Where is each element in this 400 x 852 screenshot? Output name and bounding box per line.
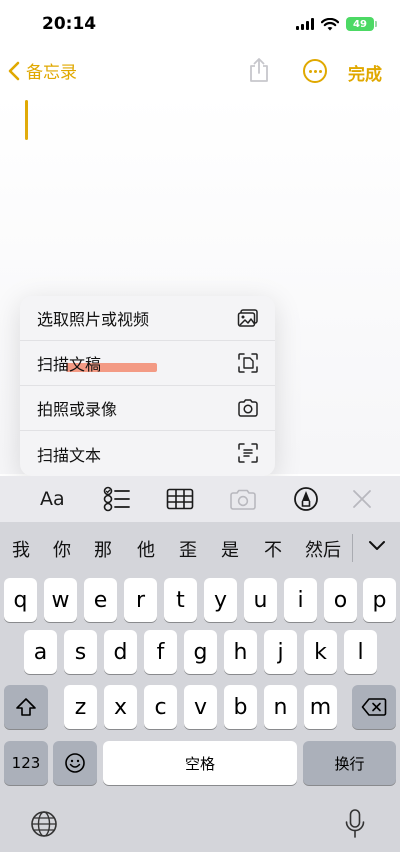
shift-key[interactable] [4, 685, 48, 729]
menu-item-label: 拍照或录像 [37, 400, 118, 419]
numbers-key[interactable]: 123 [4, 741, 48, 785]
markup-pen-icon[interactable] [293, 486, 319, 512]
emoji-icon [65, 753, 85, 773]
chevron-left-icon [8, 61, 20, 80]
key-c[interactable]: c [144, 685, 177, 729]
format-toolbar: Aa [0, 476, 400, 522]
candidate-word[interactable]: 不 [264, 536, 282, 562]
key-v[interactable]: v [184, 685, 217, 729]
shift-icon [16, 698, 36, 716]
key-a[interactable]: a [24, 630, 57, 674]
status-time: 20:14 [42, 14, 97, 34]
battery-icon: 49 [346, 17, 377, 31]
key-q[interactable]: q [4, 578, 37, 622]
menu-item-label: 扫描文稿 [37, 355, 102, 374]
back-label: 备忘录 [26, 63, 77, 83]
wifi-icon [321, 17, 339, 30]
candidate-word[interactable]: 歪 [179, 536, 197, 562]
key-m[interactable]: m [304, 685, 337, 729]
key-g[interactable]: g [184, 630, 217, 674]
more-options-button[interactable] [303, 59, 327, 83]
cellular-signal-icon [296, 18, 314, 30]
candidate-word[interactable]: 那 [94, 536, 112, 562]
candidate-word[interactable]: 是 [221, 536, 239, 562]
close-icon[interactable] [351, 486, 373, 512]
key-h[interactable]: h [224, 630, 257, 674]
status-icons: 49 [296, 17, 377, 31]
chevron-down-icon[interactable] [366, 534, 388, 556]
document-scan-icon [238, 353, 258, 373]
return-key[interactable]: 换行 [303, 741, 396, 785]
candidate-divider [352, 534, 353, 562]
battery-level: 49 [353, 18, 367, 30]
key-y[interactable]: y [204, 578, 237, 622]
back-button[interactable]: 备忘录 [8, 58, 77, 83]
key-j[interactable]: j [264, 630, 297, 674]
menu-item-scan-document[interactable]: 扫描文稿 [20, 341, 275, 386]
key-o[interactable]: o [324, 578, 357, 622]
delete-key[interactable] [352, 685, 396, 729]
photo-library-icon [237, 309, 258, 327]
checklist-icon[interactable] [103, 486, 131, 512]
menu-item-take-photo-video[interactable]: 拍照或录像 [20, 386, 275, 431]
key-f[interactable]: f [144, 630, 177, 674]
key-p[interactable]: p [363, 578, 396, 622]
menu-item-scan-text[interactable]: 扫描文本 [20, 431, 275, 476]
key-b[interactable]: b [224, 685, 257, 729]
menu-item-label: 扫描文本 [37, 445, 102, 465]
key-i[interactable]: i [284, 578, 317, 622]
text-format-button[interactable]: Aa [40, 486, 65, 512]
key-k[interactable]: k [304, 630, 337, 674]
candidate-word[interactable]: 然后 [305, 536, 341, 562]
key-e[interactable]: e [84, 578, 117, 622]
candidate-word[interactable]: 他 [137, 536, 155, 562]
microphone-icon[interactable] [344, 808, 366, 840]
keyboard: q w e r t y u i o p a s d f g h j k l z … [0, 574, 400, 852]
camera-options-menu: 选取照片或视频 扫描文稿 拍照或录像 扫描文本 [20, 296, 275, 476]
key-t[interactable]: t [164, 578, 197, 622]
key-w[interactable]: w [44, 578, 77, 622]
key-r[interactable]: r [124, 578, 157, 622]
text-scan-icon [238, 443, 258, 463]
done-button[interactable]: 完成 [348, 60, 382, 85]
key-n[interactable]: n [264, 685, 297, 729]
key-x[interactable]: x [104, 685, 137, 729]
table-icon[interactable] [166, 486, 194, 512]
key-z[interactable]: z [64, 685, 97, 729]
key-l[interactable]: l [344, 630, 377, 674]
globe-icon[interactable] [30, 810, 58, 838]
space-key[interactable]: 空格 [103, 741, 297, 785]
camera-icon [238, 399, 258, 417]
key-s[interactable]: s [64, 630, 97, 674]
key-u[interactable]: u [244, 578, 277, 622]
nav-bar: 备忘录 完成 [0, 50, 400, 94]
status-bar: 20:14 49 [0, 0, 400, 50]
key-d[interactable]: d [104, 630, 137, 674]
menu-item-choose-photo-video[interactable]: 选取照片或视频 [20, 296, 275, 341]
candidate-word[interactable]: 你 [53, 536, 71, 562]
candidate-word[interactable]: 我 [12, 536, 30, 562]
ellipsis-icon [308, 69, 312, 73]
candidate-bar: 我 你 那 他 歪 是 不 然后 [0, 522, 400, 574]
backspace-icon [361, 698, 387, 716]
menu-item-label: 选取照片或视频 [37, 310, 150, 329]
camera-icon[interactable] [229, 486, 257, 512]
share-icon[interactable] [247, 57, 271, 83]
emoji-key[interactable] [53, 741, 97, 785]
